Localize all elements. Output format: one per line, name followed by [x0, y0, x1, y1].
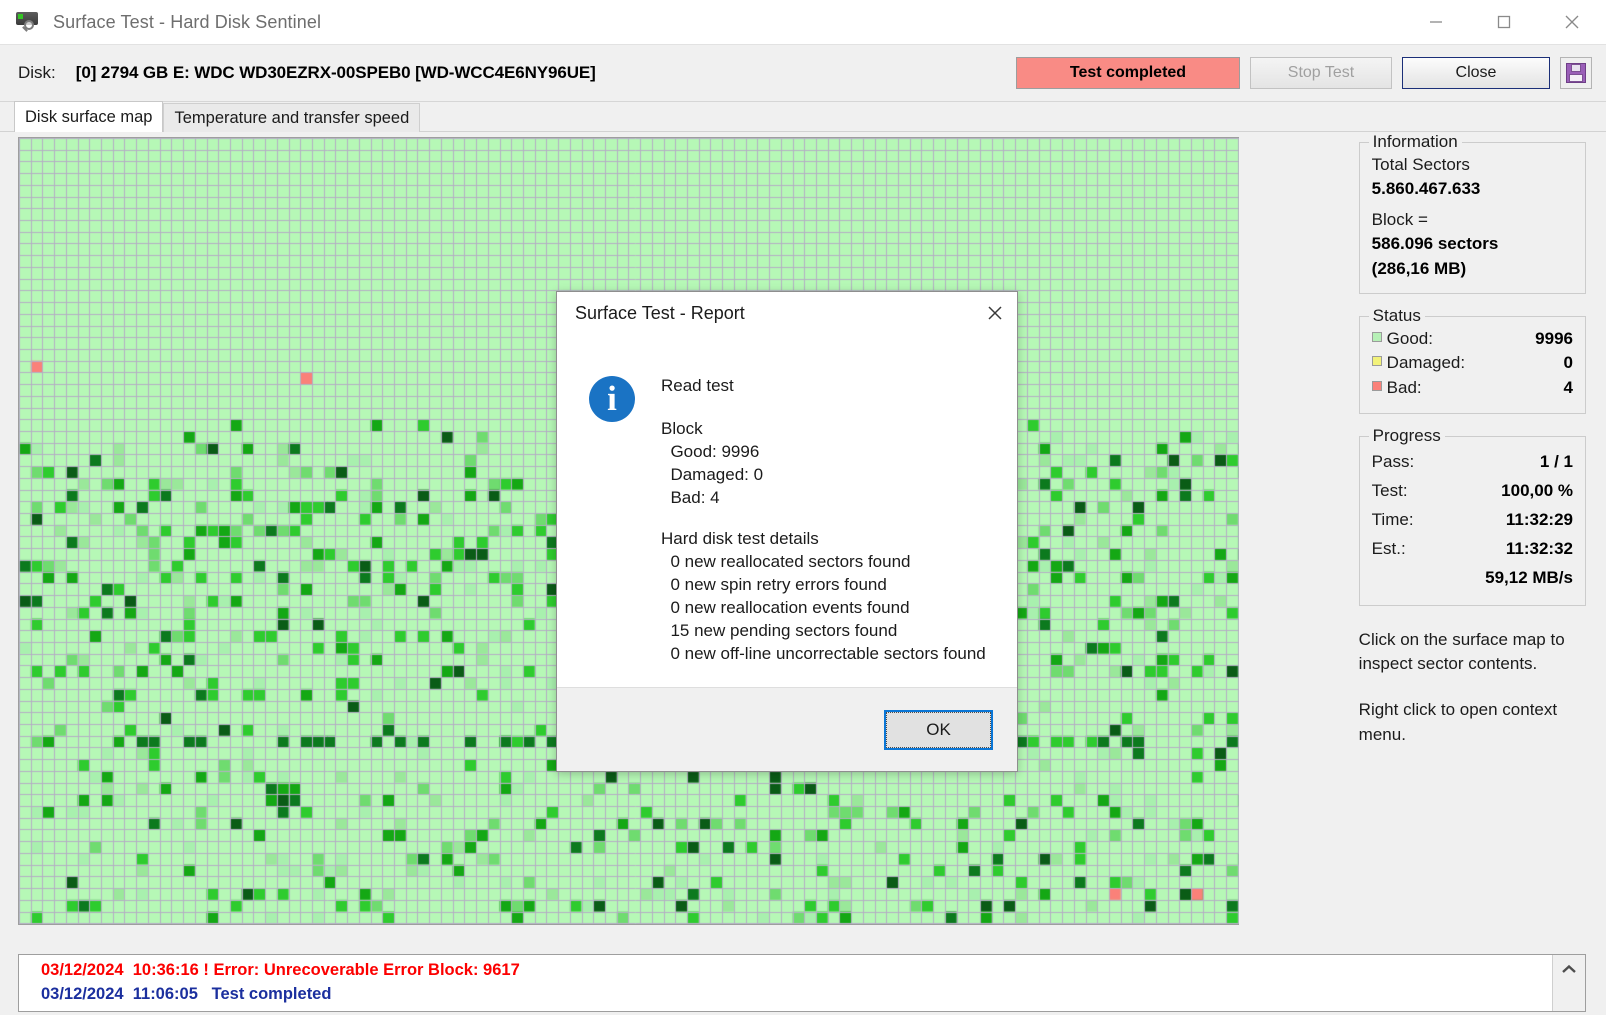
dialog-ok-label: OK — [886, 711, 991, 748]
dialog-ok-button[interactable]: OK — [884, 709, 993, 750]
dialog-block-good: Good: 9996 — [661, 442, 760, 462]
log-area[interactable]: 03/12/2024 10:36:16 ! Error: Unrecoverab… — [18, 954, 1586, 1012]
hint-right-click: Right click to open context menu. — [1358, 700, 1558, 744]
hdd-magnifier-icon — [14, 11, 44, 33]
information-title: Information — [1368, 132, 1462, 152]
damaged-swatch-icon — [1371, 356, 1382, 367]
dialog-detail-pending: 15 new pending sectors found — [661, 620, 898, 640]
toolbar-actions: Test completed Stop Test Close — [1016, 57, 1592, 89]
close-icon — [1565, 15, 1579, 29]
dialog-title: Surface Test - Report — [575, 302, 745, 323]
progress-row-pass: Pass: 1 / 1 — [1372, 447, 1573, 476]
floppy-disk-icon — [1566, 63, 1586, 83]
total-sectors-label: Total Sectors — [1371, 155, 1470, 174]
stop-test-button[interactable]: Stop Test — [1250, 57, 1392, 89]
progress-row-time: Time: 11:32:29 — [1372, 505, 1573, 534]
good-swatch-icon — [1371, 331, 1382, 342]
test-label: Test: — [1371, 480, 1408, 500]
chevron-up-icon — [1562, 964, 1576, 973]
test-value: 100,00 % — [1501, 480, 1573, 500]
pass-label: Pass: — [1371, 451, 1415, 471]
dialog-block-damaged: Damaged: 0 — [661, 465, 764, 485]
est-value: 11:32:32 — [1505, 539, 1573, 559]
tab-disk-surface-map[interactable]: Disk surface map — [14, 101, 164, 132]
test-status-button[interactable]: Test completed — [1016, 57, 1240, 89]
tab-temperature-transfer-speed[interactable]: Temperature and transfer speed — [163, 103, 421, 132]
close-icon — [988, 306, 1002, 320]
time-label: Time: — [1371, 510, 1414, 530]
dialog-heading: Read test — [661, 376, 734, 395]
disk-toolbar: Disk: [0] 2794 GB E: WDC WD30EZRX-00SPEB… — [0, 45, 1606, 102]
dialog-detail-offline: 0 new off-line uncorrectable sectors fou… — [661, 644, 986, 664]
dialog-titlebar: Surface Test - Report — [557, 292, 1017, 334]
est-label: Est.: — [1371, 539, 1406, 559]
dialog-detail-spin-retry: 0 new spin retry errors found — [661, 574, 887, 594]
total-sectors-value: 5.860.467.633 — [1371, 179, 1481, 199]
dialog-detail-reallocation-events: 0 new reallocation events found — [661, 597, 910, 617]
bad-label: Bad: — [1386, 377, 1422, 397]
status-row-damaged: Damaged: 0 — [1371, 351, 1573, 376]
save-report-button[interactable] — [1560, 57, 1592, 89]
dialog-footer: OK — [557, 687, 1017, 771]
dialog-block-title: Block — [661, 419, 703, 439]
dialog-text: Read test Block Good: 9996 Damaged: 0 Ba… — [661, 374, 986, 687]
hint-click-surface: Click on the surface map to inspect sect… — [1358, 629, 1565, 674]
progress-row-est: Est.: 11:32:32 — [1372, 534, 1573, 563]
side-panel: Information Total Sectors 5.860.467.633 … — [1358, 132, 1586, 952]
minimize-button[interactable] — [1402, 0, 1470, 45]
good-label: Good: — [1386, 328, 1433, 348]
damaged-label: Damaged: — [1386, 353, 1466, 373]
tab-bar: Disk surface map Temperature and transfe… — [0, 101, 1606, 132]
dialog-block-bad: Bad: 4 — [661, 488, 720, 508]
stop-test-label: Stop Test — [1287, 64, 1355, 81]
close-test-button[interactable]: Close — [1402, 57, 1550, 89]
progress-group: Progress Pass: 1 / 1 Test: 100,00 % Time… — [1358, 425, 1586, 606]
disk-value: [0] 2794 GB E: WDC WD30EZRX-00SPEB0 [WD-… — [75, 63, 596, 82]
maximize-icon — [1497, 15, 1511, 29]
block-label: Block = — [1371, 210, 1428, 230]
bad-value: 4 — [1563, 377, 1573, 397]
progress-title: Progress — [1368, 425, 1445, 446]
block-value: 586.096 sectors — [1371, 234, 1499, 254]
progress-row-speed: 59,12 MB/s — [1372, 563, 1573, 592]
block-size: (286,16 MB) — [1371, 258, 1467, 278]
dialog-body: i Read test Block Good: 9996 Damaged: 0 … — [557, 334, 1017, 687]
window-close-button[interactable] — [1538, 0, 1606, 45]
surface-test-window: Surface Test - Hard Disk Sentinel Disk: … — [0, 0, 1606, 1015]
log-scroll-up-button[interactable] — [1552, 955, 1585, 1011]
status-row-bad: Bad: 4 — [1371, 376, 1573, 401]
speed-value: 59,12 MB/s — [1485, 568, 1573, 588]
status-row-good: Good: 9996 — [1371, 327, 1573, 352]
close-test-label: Close — [1455, 64, 1497, 81]
status-group: Status Good: 9996 Damaged: 0 Bad: 4 — [1358, 305, 1586, 414]
maximize-button[interactable] — [1470, 0, 1538, 45]
log-line-info: 03/12/2024 11:06:05 Test completed — [41, 985, 332, 1004]
info-icon: i — [589, 376, 635, 422]
minimize-icon — [1430, 21, 1442, 23]
disk-label: Disk: — [18, 63, 56, 82]
window-controls — [1402, 0, 1606, 45]
dialog-details-title: Hard disk test details — [661, 528, 819, 548]
pass-value: 1 / 1 — [1539, 451, 1573, 471]
progress-row-test: Test: 100,00 % — [1372, 476, 1573, 505]
window-title: Surface Test - Hard Disk Sentinel — [53, 11, 322, 32]
time-value: 11:32:29 — [1505, 510, 1573, 530]
log-line-error: 03/12/2024 10:36:16 ! Error: Unrecoverab… — [41, 961, 520, 979]
bad-swatch-icon — [1371, 380, 1382, 391]
good-value: 9996 — [1535, 328, 1573, 348]
log-lines: 03/12/2024 10:36:16 ! Error: Unrecoverab… — [19, 955, 1552, 1011]
dialog-detail-reallocated: 0 new reallocated sectors found — [661, 551, 911, 571]
damaged-value: 0 — [1563, 353, 1573, 373]
dialog-close-button[interactable] — [973, 292, 1017, 334]
information-group: Information Total Sectors 5.860.467.633 … — [1358, 132, 1586, 294]
status-title: Status — [1368, 305, 1425, 326]
titlebar: Surface Test - Hard Disk Sentinel — [0, 0, 1606, 45]
surface-test-report-dialog: Surface Test - Report i Read test Block … — [556, 291, 1018, 772]
